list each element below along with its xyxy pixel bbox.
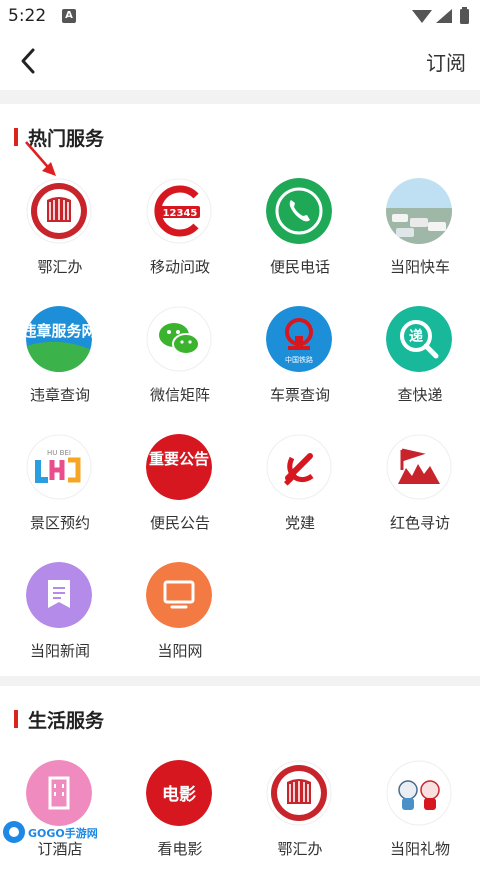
express-query-icon: 递: [386, 306, 452, 372]
service-item-movie[interactable]: 电影 看电影: [120, 760, 240, 880]
service-item-phone[interactable]: 便民电话: [240, 178, 360, 298]
service-item-mobile-politics[interactable]: 12345 移动问政: [120, 178, 240, 298]
service-item-scenic-booking[interactable]: HU BEI 景区预约: [0, 434, 120, 554]
service-item-label: 鄂汇办: [277, 840, 323, 858]
back-arrow-icon[interactable]: [14, 46, 44, 76]
phone-icon: [266, 178, 332, 244]
wechat-icon: [146, 306, 212, 372]
party-icon: [266, 434, 332, 500]
service-item-express-query[interactable]: 递 查快递: [360, 306, 480, 426]
subscribe-button[interactable]: 订阅: [426, 47, 466, 76]
express-car-icon: [386, 178, 452, 244]
service-item-label: 当阳礼物: [389, 840, 450, 858]
service-item-ehuiban[interactable]: 鄂汇办: [0, 178, 120, 298]
section-divider: [0, 90, 480, 104]
service-item-red-visit[interactable]: 红色寻访: [360, 434, 480, 554]
service-item-ticket-query[interactable]: 中国铁路 车票查询: [240, 306, 360, 426]
mobile-politics-icon: 12345: [146, 178, 212, 244]
service-item-web[interactable]: 当阳网: [120, 562, 240, 682]
service-item-express-car[interactable]: 当阳快车: [360, 178, 480, 298]
service-item-label: 鄂汇办: [37, 258, 83, 276]
hotel-icon: [26, 760, 92, 826]
service-item-label: 当阳新闻: [29, 642, 90, 660]
ehuiban-logo-icon: [26, 178, 92, 244]
service-item-label: 看电影: [157, 840, 203, 858]
watermark-logo: GOGO手游网: [3, 821, 98, 843]
service-item-wechat[interactable]: 微信矩阵: [120, 306, 240, 426]
scenic-booking-icon: HU BEI: [26, 434, 92, 500]
service-item-label: 微信矩阵: [149, 386, 210, 404]
web-icon: [146, 562, 212, 628]
service-item-label: 便民公告: [149, 514, 210, 532]
section-accent-bar: [14, 710, 18, 728]
top-bar: 订阅: [0, 34, 480, 90]
service-item-label: 车票查询: [269, 386, 330, 404]
svg-text:12345: 12345: [163, 208, 198, 219]
ehuiban-logo-icon: [266, 760, 332, 826]
service-item-notice[interactable]: 重要公告 便民公告: [120, 434, 240, 554]
svg-text:GOGO手游网: GOGO手游网: [28, 826, 98, 840]
service-item-label: 违章查询: [29, 386, 90, 404]
gift-icon: [386, 760, 452, 826]
news-icon: [26, 562, 92, 628]
section-label: 生活服务: [28, 710, 105, 732]
status-time: 5:22: [8, 6, 47, 26]
service-item-label: 移动问政: [149, 258, 210, 276]
battery-icon: [460, 9, 469, 24]
service-item-label: 查快递: [397, 386, 443, 404]
service-item-violation-query[interactable]: 违章服务网 违章查询: [0, 306, 120, 426]
status-bar: 5:22 A: [0, 0, 480, 34]
service-item-label: 景区预约: [29, 514, 90, 532]
svg-text:递: 递: [409, 328, 423, 345]
svg-text:违章服务网: 违章服务网: [26, 322, 92, 340]
svg-text:中国铁路: 中国铁路: [285, 355, 313, 364]
service-item-label: 便民电话: [269, 258, 330, 276]
service-item-label: 红色寻访: [389, 514, 450, 532]
service-item-label: 当阳快车: [389, 258, 450, 276]
svg-text:电影: 电影: [162, 784, 196, 805]
movie-icon: 电影: [146, 760, 212, 826]
service-item-gift[interactable]: 当阳礼物: [360, 760, 480, 880]
signal-icon: [436, 9, 452, 23]
railway-icon: 中国铁路: [266, 306, 332, 372]
violation-query-icon: 违章服务网: [26, 306, 92, 372]
service-item-ehuiban-2[interactable]: 鄂汇办: [240, 760, 360, 880]
service-item-party[interactable]: 党建: [240, 434, 360, 554]
service-item-label: 当阳网: [157, 642, 203, 660]
annotation-arrow-icon: [25, 141, 56, 176]
notification-icon: A: [62, 9, 76, 23]
section-divider: [0, 676, 480, 686]
system-status-icons: [412, 7, 469, 24]
notice-icon: 重要公告: [146, 434, 212, 500]
section-accent-bar: [14, 128, 18, 146]
wifi-icon: [412, 10, 432, 23]
service-item-label: 党建: [284, 514, 315, 532]
red-visit-icon: [386, 434, 452, 500]
svg-text:HU BEI: HU BEI: [47, 449, 71, 457]
service-item-news[interactable]: 当阳新闻: [0, 562, 120, 682]
svg-text:重要公告: 重要公告: [149, 450, 209, 468]
